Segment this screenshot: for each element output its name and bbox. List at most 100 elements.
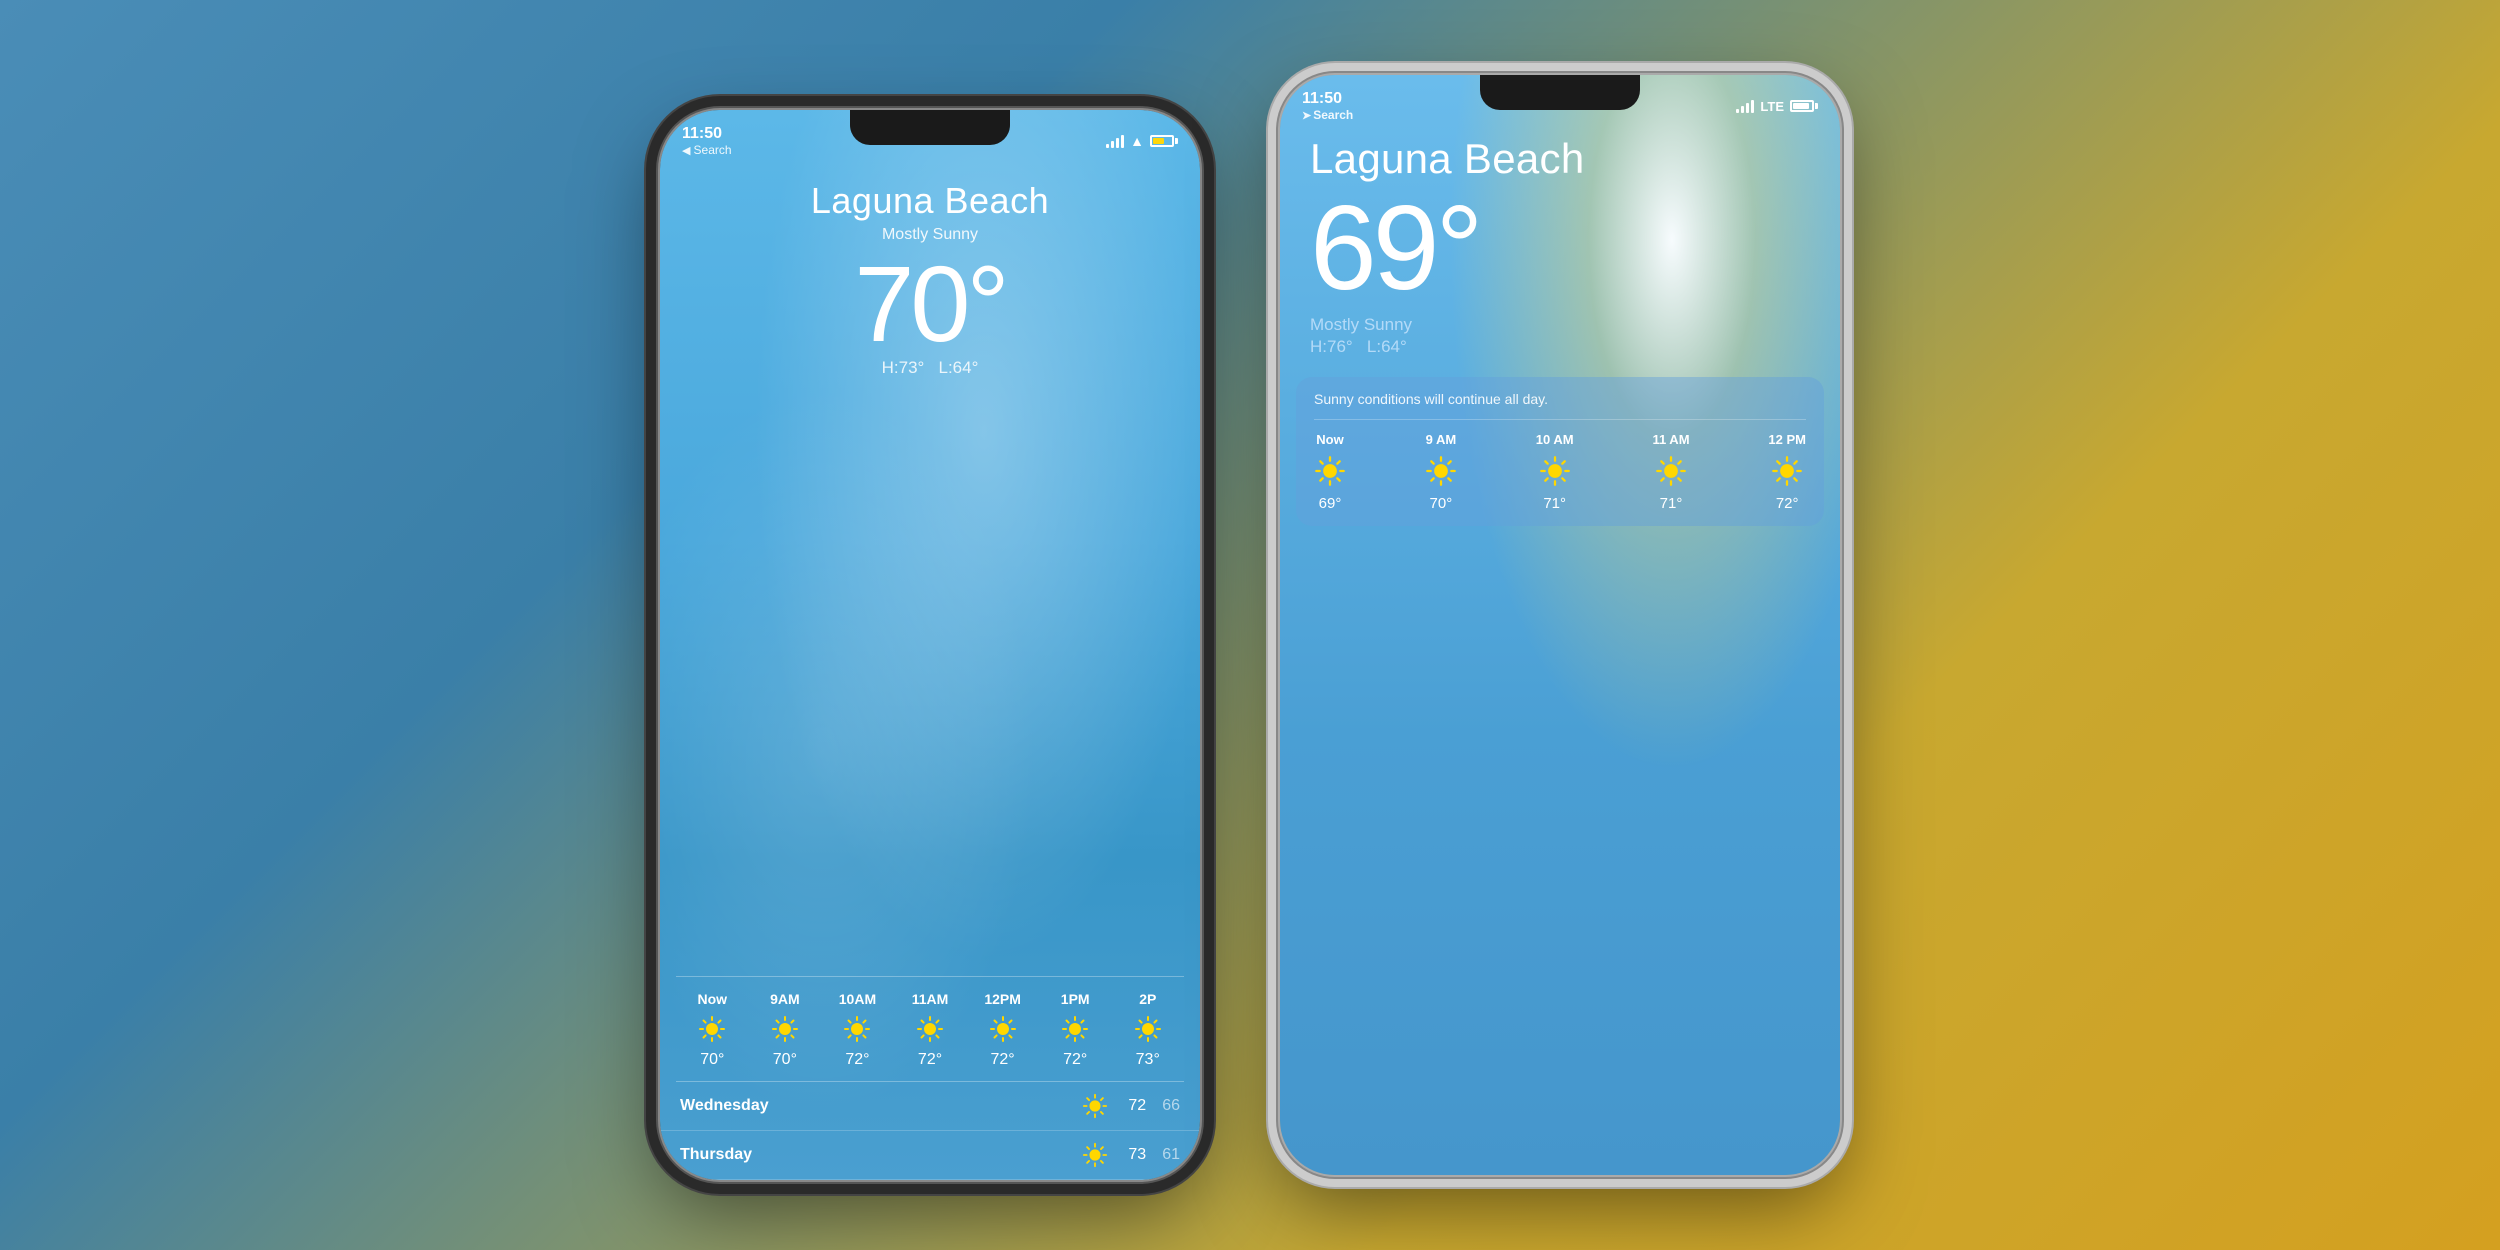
left-temp-value: 70°: [854, 243, 1005, 364]
sun-icon-12pm: [989, 1015, 1017, 1043]
hour-label-now: Now: [698, 991, 728, 1007]
right-12pm-temp: 72°: [1776, 495, 1799, 512]
wednesday-temps: 72 66: [1128, 1097, 1180, 1115]
thursday-label: Thursday: [680, 1146, 1062, 1164]
right-hourly-row[interactable]: Now: [1314, 432, 1806, 512]
r-signal-bar-4: [1751, 100, 1754, 113]
hour-label-2pm: 2P: [1139, 991, 1156, 1007]
right-high: H:76°: [1310, 337, 1353, 356]
left-status-left: 11:50 Search: [682, 125, 732, 157]
right-hi-lo: H:76° L:64°: [1310, 337, 1840, 357]
right-sun-9am: [1425, 455, 1457, 487]
right-now-temp: 69°: [1319, 495, 1342, 512]
hour-label-1pm: 1PM: [1061, 991, 1090, 1007]
left-search-back[interactable]: Search: [682, 143, 732, 157]
hour-temp-10am: 72°: [845, 1051, 869, 1069]
right-city-name: Laguna Beach: [1310, 135, 1840, 183]
hour-temp-11am: 72°: [918, 1051, 942, 1069]
daily-row-thursday: Thursday: [660, 1131, 1200, 1180]
left-high: H:73°: [882, 358, 925, 377]
sun-icon-now: [698, 1015, 726, 1043]
right-11am-temp: 71°: [1660, 495, 1683, 512]
right-conditions-text: Sunny conditions will continue all day.: [1314, 391, 1806, 420]
scene: 11:50 Search ▲: [0, 0, 2500, 1250]
location-arrow-icon: ➤: [1302, 109, 1311, 122]
r-signal-bar-1: [1736, 109, 1739, 113]
right-weather-content: Laguna Beach 69° Mostly Sunny H:76° L:64…: [1280, 75, 1840, 1175]
hour-item-now: Now: [676, 991, 749, 1069]
left-signal: [1106, 134, 1124, 148]
hour-label-12pm: 12PM: [984, 991, 1021, 1007]
signal-bar-4: [1121, 135, 1124, 148]
left-battery-fill: [1153, 138, 1164, 144]
sun-icon-1pm: [1061, 1015, 1089, 1043]
left-wifi-icon: ▲: [1130, 133, 1144, 149]
right-hour-9am: 9 AM: [1425, 432, 1457, 512]
left-temperature: 70°: [660, 250, 1200, 358]
hour-item-12pm: 12PM: [966, 991, 1039, 1069]
right-search-back[interactable]: ➤ Search: [1302, 108, 1353, 122]
right-hour-10am: 10 AM: [1536, 432, 1574, 512]
right-signal: [1736, 99, 1754, 113]
thursday-temps: 73 61: [1128, 1146, 1180, 1164]
right-9am-label: 9 AM: [1426, 432, 1457, 447]
left-time: 11:50: [682, 125, 732, 143]
right-screen: 11:50 ➤ Search LTE: [1280, 75, 1840, 1175]
hour-item-1pm: 1PM: [1039, 991, 1112, 1069]
right-10am-label: 10 AM: [1536, 432, 1574, 447]
right-time: 11:50: [1302, 90, 1353, 108]
right-temp-value: 69°: [1310, 181, 1479, 315]
r-signal-bar-3: [1746, 103, 1749, 113]
right-now-label: Now: [1316, 432, 1343, 447]
right-notch: [1480, 75, 1640, 110]
hour-temp-12pm: 72°: [991, 1051, 1015, 1069]
phone-right: 11:50 ➤ Search LTE: [1280, 75, 1840, 1175]
wednesday-icon: [1082, 1093, 1108, 1119]
left-weather-content: Laguna Beach Mostly Sunny 70° H:73° L:64…: [660, 110, 1200, 1180]
daily-row-wednesday: Wednesday: [660, 1082, 1200, 1131]
hour-temp-now: 70°: [700, 1051, 724, 1069]
wednesday-high: 72: [1128, 1097, 1146, 1115]
right-temperature: 69°: [1310, 185, 1840, 311]
left-hourly-scroll[interactable]: Now: [660, 977, 1200, 1081]
left-condition: Mostly Sunny: [660, 226, 1200, 244]
signal-bar-2: [1111, 141, 1114, 148]
right-9am-temp: 70°: [1430, 495, 1453, 512]
hour-temp-9am: 70°: [773, 1051, 797, 1069]
right-conditions-banner: Sunny conditions will continue all day. …: [1296, 377, 1824, 526]
right-12pm-label: 12 PM: [1768, 432, 1806, 447]
right-sun-10am: [1539, 455, 1571, 487]
left-low: L:64°: [939, 358, 979, 377]
hour-item-10am: 10AM: [821, 991, 894, 1069]
right-sun-now: [1314, 455, 1346, 487]
right-status-left: 11:50 ➤ Search: [1302, 90, 1353, 122]
left-hourly-section: Now: [660, 976, 1200, 1180]
right-low: L:64°: [1367, 337, 1407, 356]
left-battery-cap: [1175, 138, 1178, 144]
thursday-icon: [1082, 1142, 1108, 1168]
wednesday-low: 66: [1162, 1097, 1180, 1115]
right-battery-body: [1790, 100, 1814, 112]
sun-icon-9am: [771, 1015, 799, 1043]
right-10am-temp: 71°: [1543, 495, 1566, 512]
hour-temp-2pm: 73°: [1136, 1051, 1160, 1069]
left-status-right: ▲: [1106, 133, 1178, 149]
hour-item-11am: 11AM: [894, 991, 967, 1069]
left-city-name: Laguna Beach: [660, 180, 1200, 222]
right-battery-cap: [1815, 103, 1818, 109]
hour-temp-1pm: 72°: [1063, 1051, 1087, 1069]
sun-icon-11am: [916, 1015, 944, 1043]
phone-left: 11:50 Search ▲: [660, 110, 1200, 1180]
hour-label-10am: 10AM: [839, 991, 876, 1007]
sun-icon-2pm: [1134, 1015, 1162, 1043]
left-hi-lo: H:73° L:64°: [660, 358, 1200, 378]
left-notch: [850, 110, 1010, 145]
signal-bar-1: [1106, 144, 1109, 148]
right-status-right: LTE: [1736, 99, 1818, 114]
right-hour-11am: 11 AM: [1652, 432, 1689, 512]
wednesday-label: Wednesday: [680, 1097, 1062, 1115]
hour-label-9am: 9AM: [770, 991, 800, 1007]
signal-bar-3: [1116, 138, 1119, 148]
left-screen: 11:50 Search ▲: [660, 110, 1200, 1180]
right-battery: [1790, 100, 1818, 112]
